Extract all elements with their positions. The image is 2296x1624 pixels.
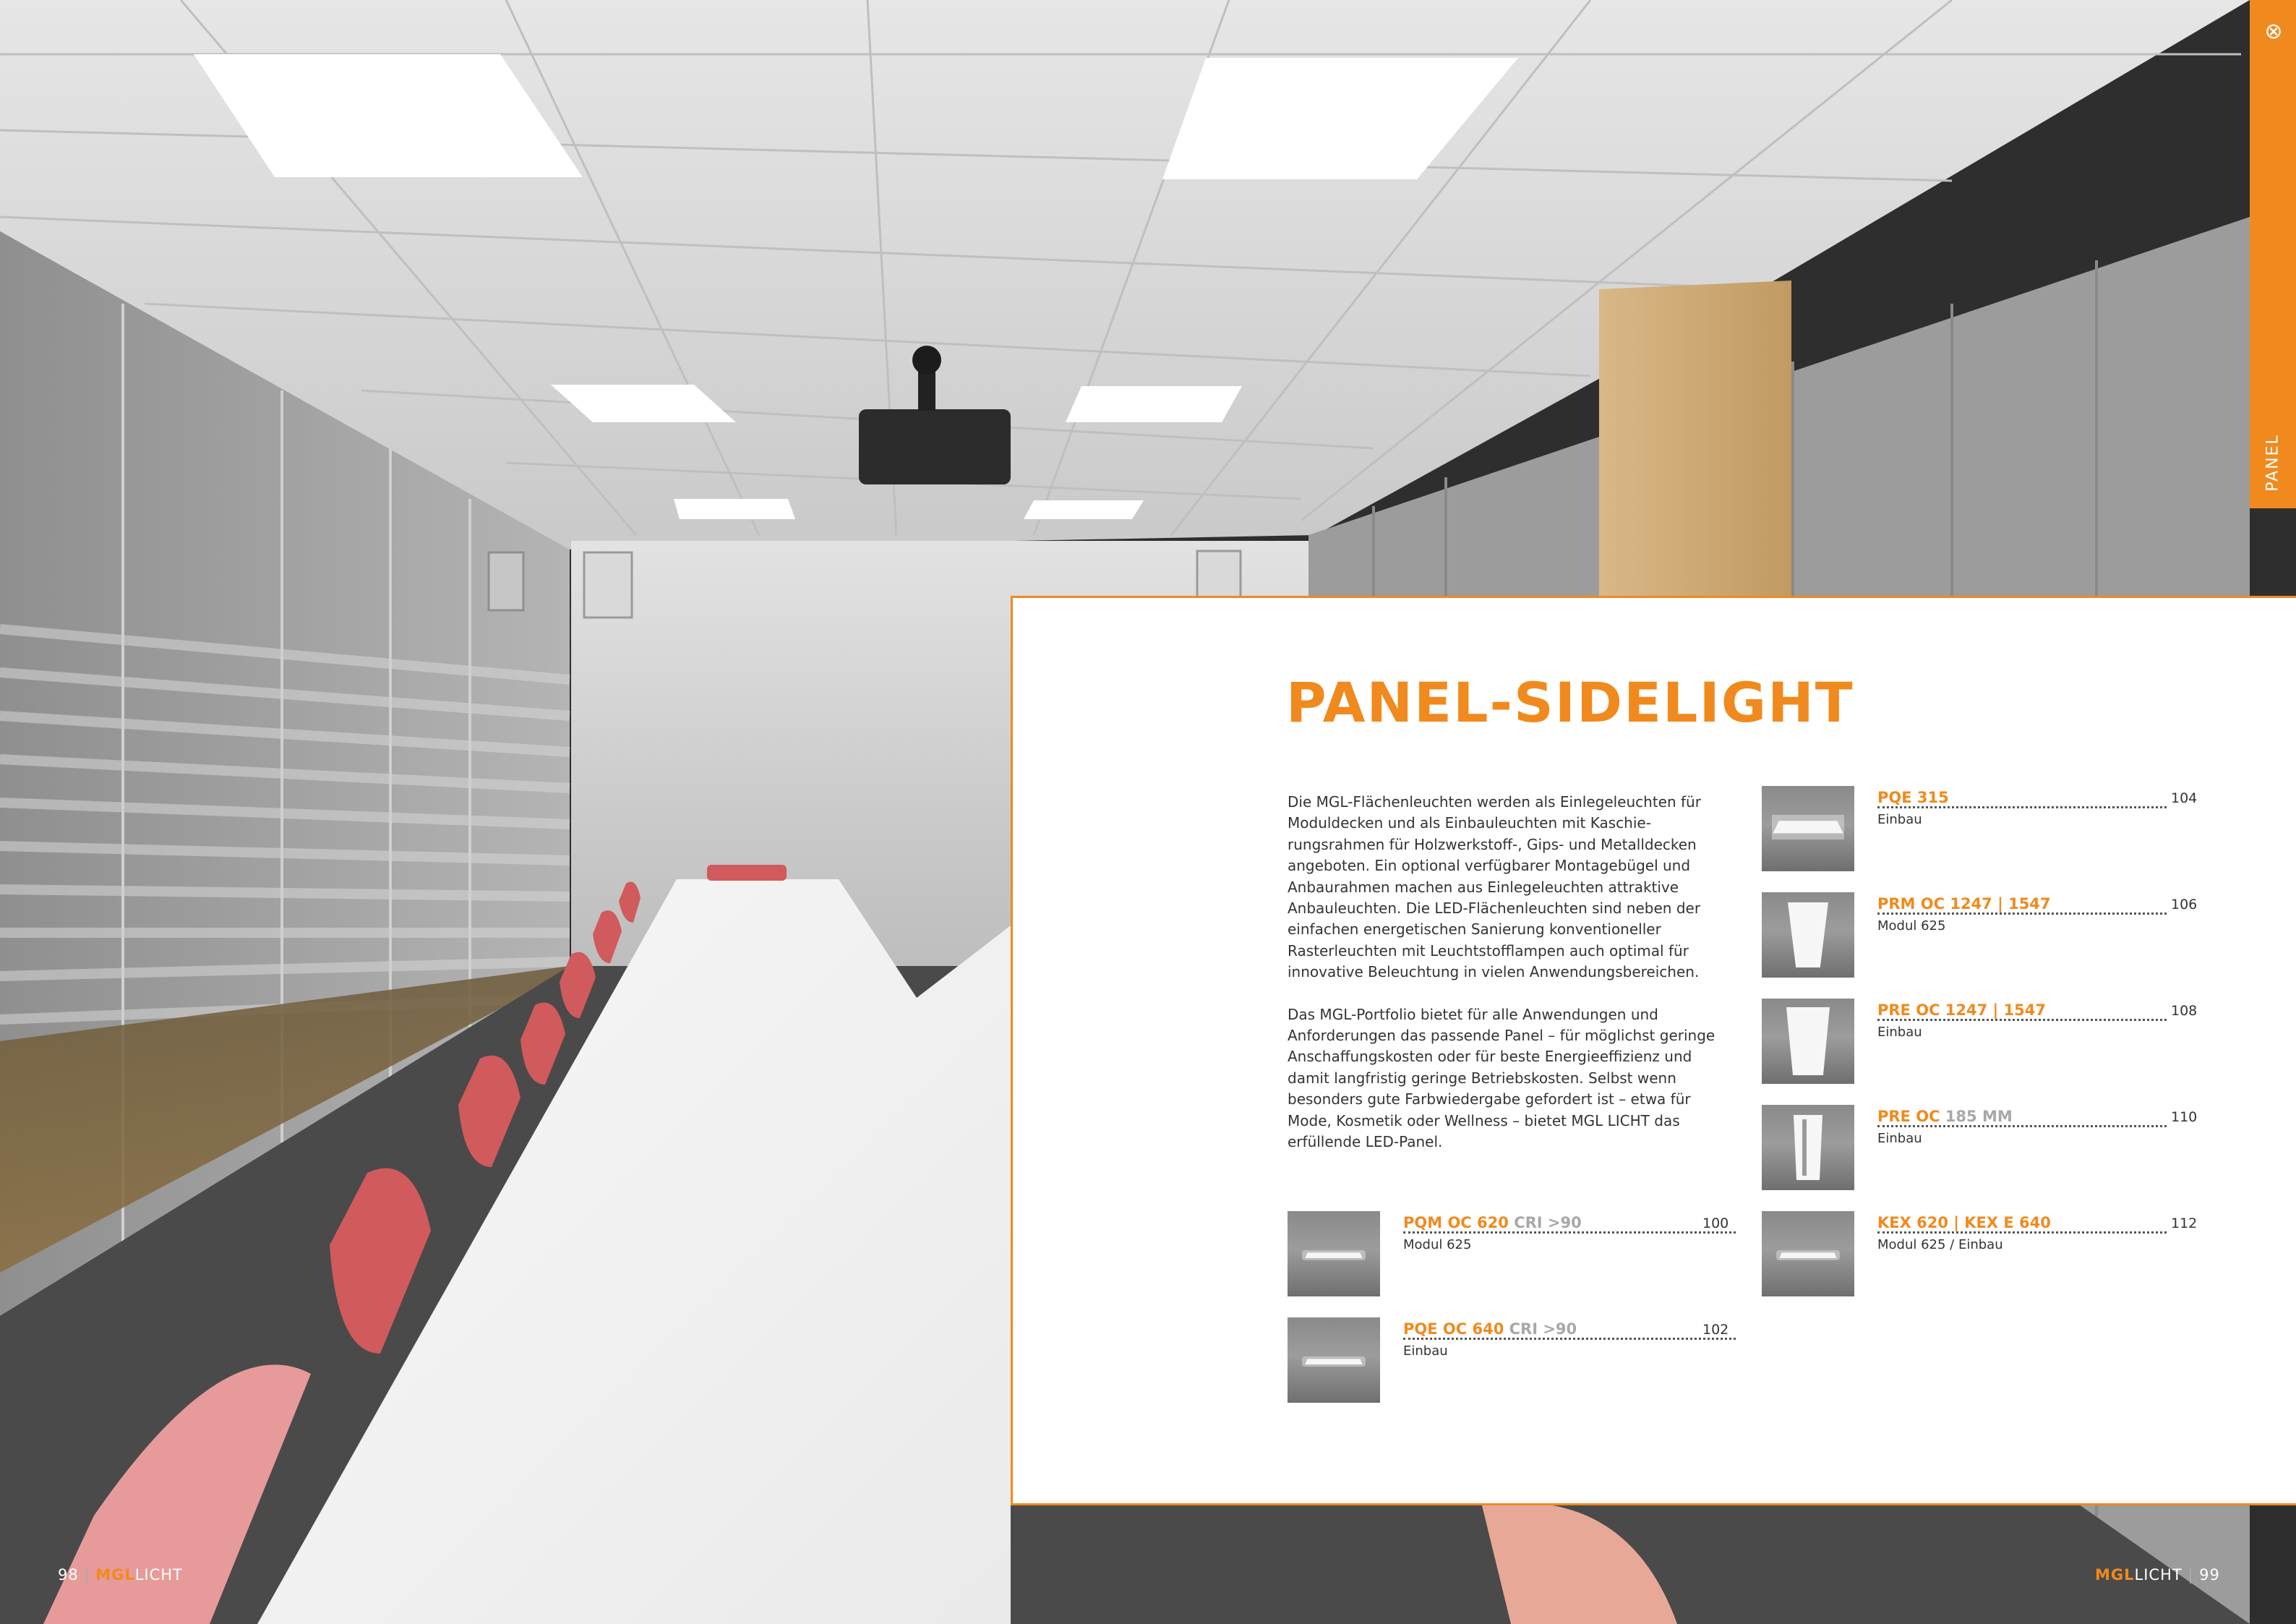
product-mounting: Einbau [1877, 812, 1922, 827]
brand-word: LICHT [134, 1566, 183, 1584]
page-reference: 100 [1700, 1215, 1729, 1231]
page-reference: 108 [2168, 1003, 2198, 1019]
brand-word: LICHT [2134, 1566, 2183, 1584]
product-item[interactable]: PRM OC 1247 | 1547 106 Modul 625 [1762, 892, 2198, 979]
page-title: PANEL-SIDELIGHT [1286, 670, 1854, 735]
product-mounting: Modul 625 [1403, 1237, 1472, 1252]
intro-paragraph: Die MGL-Flächenleuchten werden als Einle… [1288, 793, 1701, 981]
content-panel: PANEL-SIDELIGHT Die MGL-Flächenleuchten … [1011, 596, 2296, 1505]
trapezoid-panel-icon [1762, 892, 1854, 978]
close-circle-icon[interactable]: ⊗ [2263, 21, 2284, 43]
flat-panel-icon [1288, 1211, 1380, 1296]
footer-left: 98 | MGLLICHT [58, 1566, 183, 1584]
product-mounting: Modul 625 [1877, 918, 1946, 933]
flat-panel-icon [1762, 1211, 1854, 1296]
product-mounting: Einbau [1403, 1343, 1448, 1359]
product-name[interactable]: PQE OC 640 CRI >90 [1403, 1320, 1582, 1338]
product-mounting: Einbau [1877, 1025, 1922, 1040]
section-tab[interactable]: ⊗ PANEL [2250, 0, 2296, 508]
page-reference: 106 [2168, 897, 2198, 913]
trapezoid-panel-icon [1762, 999, 1854, 1084]
square-panel-icon [1762, 786, 1854, 871]
product-item[interactable]: PRE OC 1247 | 1547 108 Einbau [1762, 999, 2198, 1085]
page-number: 98 [58, 1566, 79, 1584]
product-name[interactable]: PQE 315 [1877, 789, 1953, 806]
product-name[interactable]: PQM OC 620 CRI >90 [1403, 1214, 1586, 1231]
product-name[interactable]: PRE OC 1247 | 1547 [1877, 1001, 2050, 1019]
brand-name: MGL [2095, 1566, 2135, 1584]
intro-text: Die MGL-Flächenleuchten werden als Einle… [1288, 792, 1729, 1174]
product-name[interactable]: PRM OC 1247 | 1547 [1877, 895, 2055, 913]
product-item[interactable]: PQE 315 104 Einbau [1762, 786, 2198, 873]
brand-name: MGL [95, 1566, 135, 1584]
section-tab-label: PANEL [2263, 434, 2282, 492]
product-item[interactable]: KEX 620 | KEX E 640 112 Modul 625 / Einb… [1762, 1211, 2198, 1298]
product-name[interactable]: PRE OC 185 MM [1877, 1108, 2017, 1125]
page-reference: 104 [2168, 790, 2198, 806]
product-name[interactable]: KEX 620 | KEX E 640 [1877, 1214, 2055, 1231]
footer-right: MGLLICHT | 99 [2095, 1566, 2220, 1584]
flat-panel-icon [1288, 1317, 1380, 1403]
product-mounting: Einbau [1877, 1131, 1922, 1146]
page-reference: 110 [2168, 1109, 2198, 1125]
product-item[interactable]: PRE OC 185 MM 110 Einbau [1762, 1105, 2198, 1192]
product-item[interactable]: PQE OC 640 CRI >90 102 Einbau [1288, 1317, 1736, 1404]
page-reference: 102 [1700, 1322, 1729, 1338]
page-number: 99 [2199, 1566, 2220, 1584]
narrow-panel-icon [1762, 1105, 1854, 1190]
product-mounting: Modul 625 / Einbau [1877, 1237, 2003, 1252]
intro-paragraph: Das MGL-Portfolio bietet für alle Anwend… [1288, 1005, 1715, 1151]
page-reference: 112 [2168, 1215, 2198, 1231]
product-item[interactable]: PQM OC 620 CRI >90 100 Modul 625 [1288, 1211, 1736, 1298]
